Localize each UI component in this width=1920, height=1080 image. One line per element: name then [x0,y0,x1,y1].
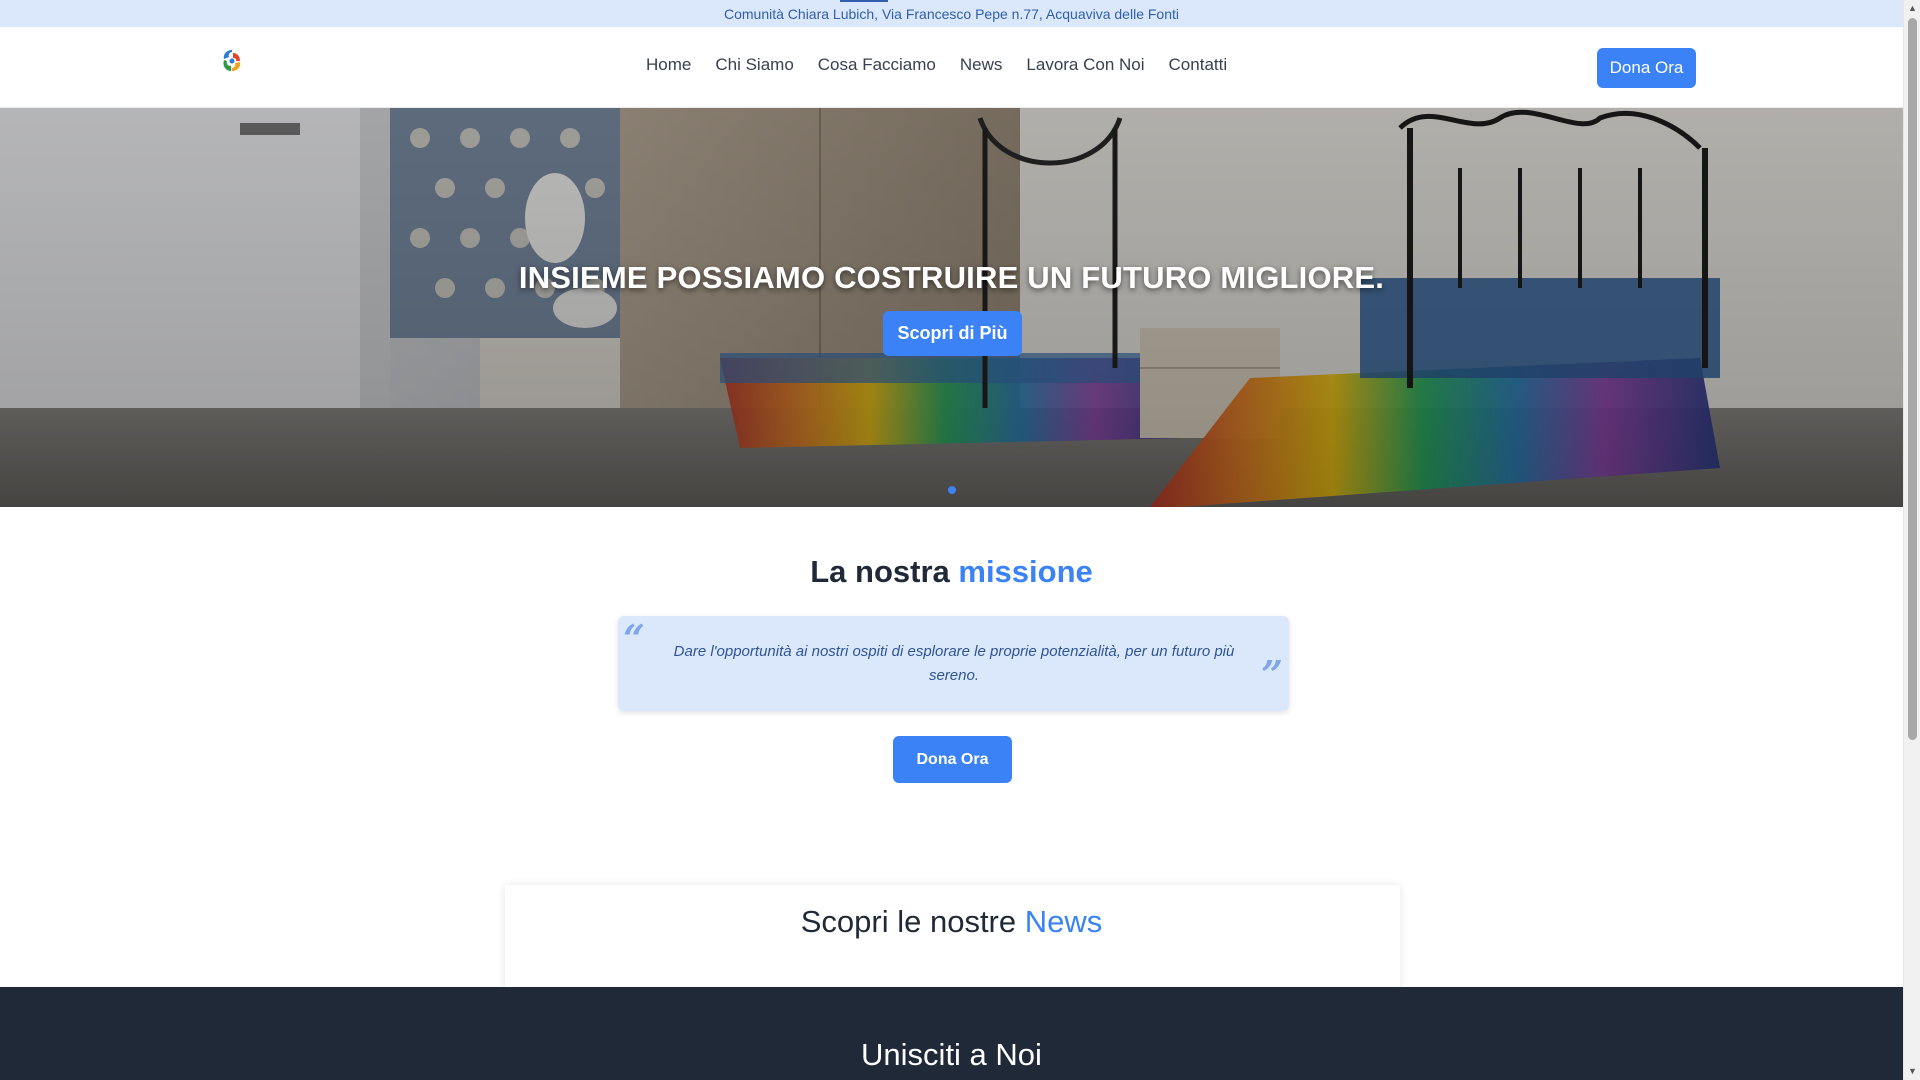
site-header: Home Chi Siamo Cosa Facciamo News Lavora… [0,27,1903,108]
nav-lavora-con-noi[interactable]: Lavora Con Noi [1026,55,1144,75]
top-info-bar: Comunità Chiara Lubich, Via Francesco Pe… [0,0,1903,27]
news-card [505,885,1400,995]
scroll-down-icon[interactable]: ▼ [1904,1063,1920,1080]
nav-news[interactable]: News [960,55,1003,75]
nav-home[interactable]: Home [646,55,691,75]
page-scrollbar[interactable]: ▲ ▼ [1903,0,1920,1080]
nav-contatti[interactable]: Contatti [1169,55,1228,75]
mission-title-accent: missione [958,554,1093,589]
nav-chi-siamo[interactable]: Chi Siamo [715,55,793,75]
mission-title: La nostra missione [0,554,1903,590]
hero-carousel: INSIEME POSSIAMO COSTRUIRE UN FUTURO MIG… [0,108,1903,507]
join-title: Unisciti a Noi [861,1037,1042,1072]
address-text: Comunità Chiara Lubich, Via Francesco Pe… [723,5,1179,22]
main-nav: Home Chi Siamo Cosa Facciamo News Lavora… [646,55,1251,75]
logo-icon[interactable] [218,47,246,75]
mission-quote: “ Dare l'opportunità ai nostri ospiti di… [618,616,1289,711]
donate-button-header[interactable]: Dona Ora [1597,48,1696,88]
nav-cosa-facciamo[interactable]: Cosa Facciamo [818,55,936,75]
topbar-underline [840,0,888,2]
donate-button-mission[interactable]: Dona Ora [893,736,1012,783]
mission-title-prefix: La nostra [810,554,950,589]
quote-open-icon: “ [623,616,645,661]
mission-quote-text: Dare l'opportunità ai nostri ospiti di e… [673,643,1235,684]
carousel-indicator[interactable] [948,486,956,494]
scroll-thumb[interactable] [1908,18,1917,740]
news-title-prefix: Scopri le nostre [800,904,1017,939]
hero-title: INSIEME POSSIAMO COSTRUIRE UN FUTURO MIG… [518,260,1385,295]
news-title: Scopri le nostre News [0,904,1903,940]
scroll-up-icon[interactable]: ▲ [1904,0,1920,17]
hero-image [0,108,1903,507]
quote-close-icon: ” [1261,652,1283,697]
discover-more-button[interactable]: Scopri di Più [883,311,1022,356]
page: Comunità Chiara Lubich, Via Francesco Pe… [0,0,1903,1080]
join-section: Unisciti a Noi [0,987,1903,1080]
news-title-accent: News [1024,904,1103,939]
